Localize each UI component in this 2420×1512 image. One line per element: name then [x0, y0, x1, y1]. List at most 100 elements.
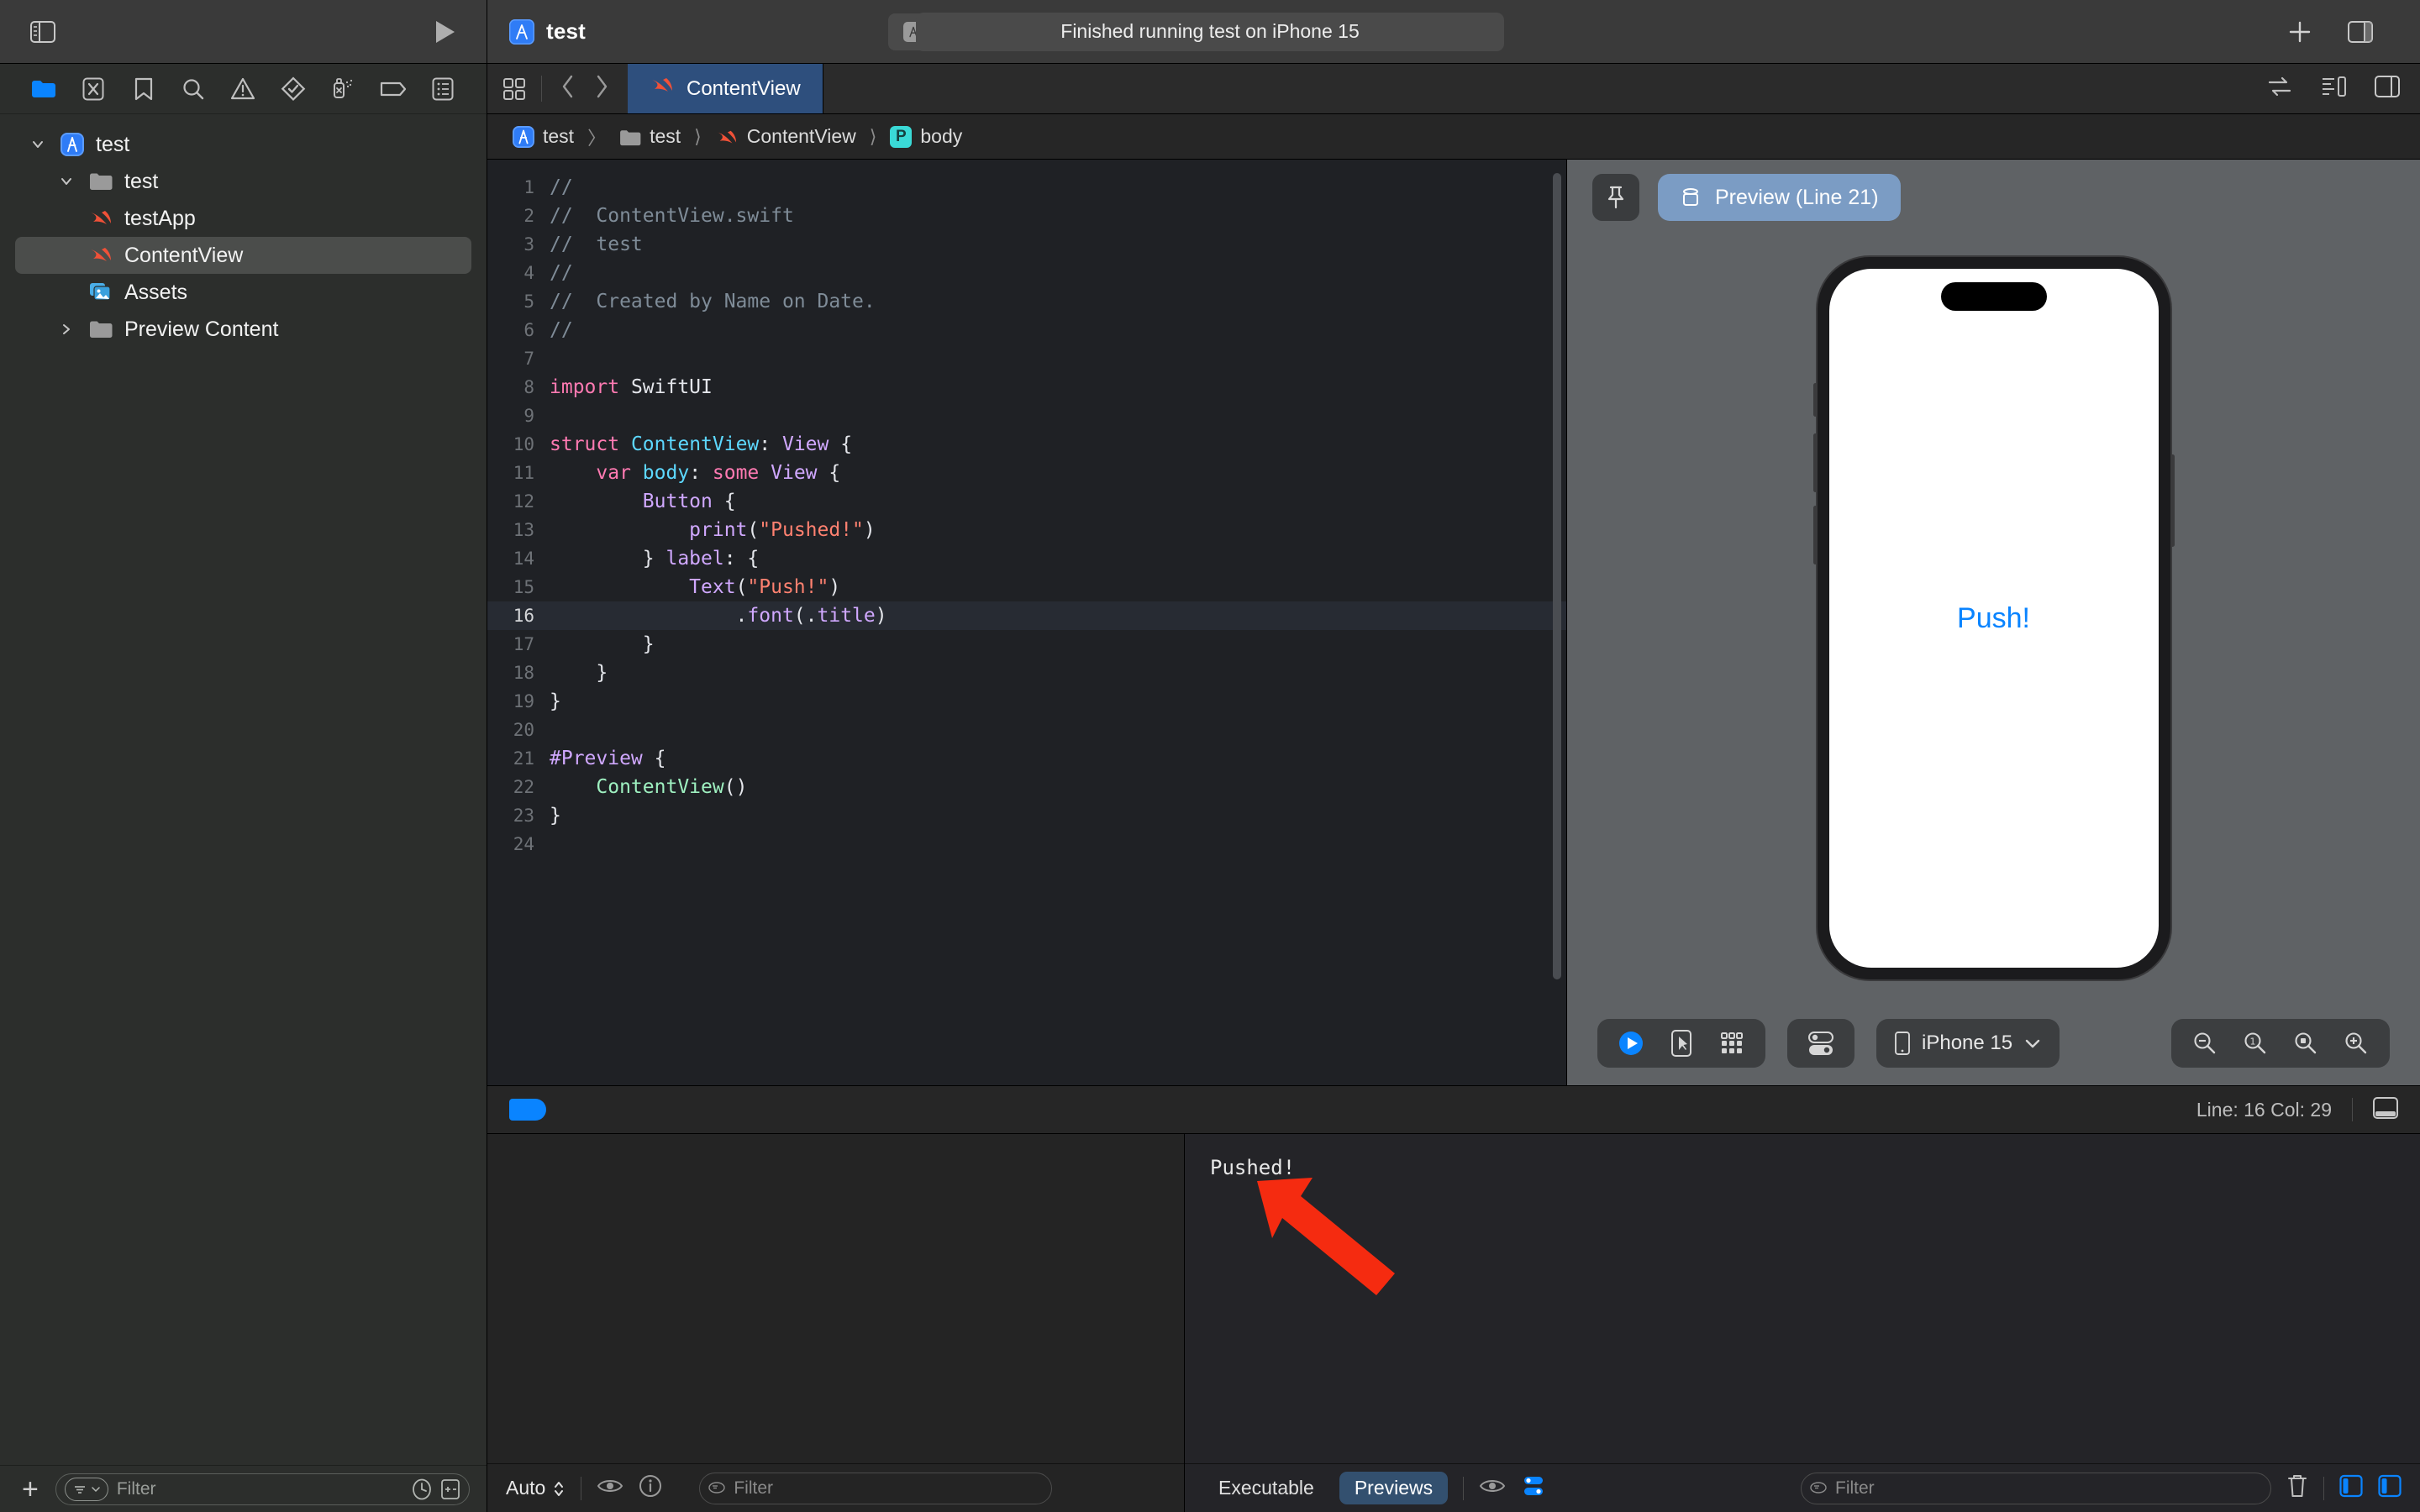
forward-button[interactable]: [594, 74, 609, 103]
console-split-toggle-button[interactable]: [1521, 1473, 1546, 1503]
debug-area-toggle-button[interactable]: [2373, 1096, 2398, 1123]
selectable-mode-button[interactable]: [1660, 1024, 1703, 1063]
zoom-to-fit-button[interactable]: [2284, 1024, 2328, 1063]
canvas-toggle-icon[interactable]: [2375, 76, 2400, 102]
zoom-in-button[interactable]: [2334, 1024, 2378, 1063]
source-control-navigator-tab[interactable]: [79, 75, 108, 103]
breakpoint-navigator-tab[interactable]: [379, 75, 408, 103]
variables-list[interactable]: [487, 1134, 1184, 1463]
chevron-right-icon[interactable]: [55, 322, 77, 337]
editor-vertical-scrollbar[interactable]: [1553, 173, 1561, 979]
tree-row-project[interactable]: test: [15, 126, 471, 163]
filter-options-icon[interactable]: [64, 1477, 108, 1501]
line-number: 1: [523, 177, 534, 197]
code-line[interactable]: 16 .font(.title): [487, 601, 1566, 630]
code-line[interactable]: 22 ContentView(): [487, 773, 1566, 801]
code-line[interactable]: 2 // ContentView.swift: [487, 202, 1566, 230]
back-button[interactable]: [560, 74, 576, 103]
console-filter-input[interactable]: Filter: [1801, 1472, 2271, 1504]
code-line[interactable]: 13 print("Pushed!"): [487, 516, 1566, 544]
recent-icon[interactable]: [412, 1478, 432, 1500]
source-code-editor[interactable]: 1 // 2 // ContentView.swift 3 // test 4 // 5 // C…: [487, 160, 1566, 1085]
code-line[interactable]: 17 }: [487, 630, 1566, 659]
navigator-filter-input[interactable]: Filter: [55, 1473, 470, 1505]
code-line[interactable]: 3 // test: [487, 230, 1566, 259]
breadcrumb-item-project[interactable]: test: [543, 125, 574, 148]
zoom-out-button[interactable]: [2183, 1024, 2227, 1063]
bookmark-navigator-tab[interactable]: [129, 75, 158, 103]
console-view-options-button[interactable]: [1479, 1476, 1506, 1500]
variables-filter-input[interactable]: Filter: [699, 1472, 1053, 1504]
tree-row-PreviewContent[interactable]: Preview Content: [15, 311, 471, 348]
code-line[interactable]: 11 var body: some View {: [487, 459, 1566, 487]
report-navigator-tab[interactable]: [429, 75, 457, 103]
code-line[interactable]: 12 Button {: [487, 487, 1566, 516]
add-file-button[interactable]: +: [17, 1475, 44, 1504]
variables-view-options-button[interactable]: [597, 1476, 623, 1500]
toggle-console-pane-button[interactable]: [2378, 1474, 2402, 1502]
code-line[interactable]: 14 } label: {: [487, 544, 1566, 573]
console-output[interactable]: Pushed!: [1185, 1134, 2420, 1463]
variables-scope-selector[interactable]: Auto: [506, 1477, 566, 1499]
tree-row-testApp[interactable]: testApp: [15, 200, 471, 237]
toggle-variables-pane-button[interactable]: [2339, 1474, 2363, 1502]
breadcrumb-item-group[interactable]: test: [650, 125, 681, 148]
breadcrumb-item-symbol[interactable]: body: [920, 125, 962, 148]
code-line[interactable]: 21 #Preview {: [487, 744, 1566, 773]
activity-status-bar[interactable]: Finished running test on iPhone 15: [916, 12, 1504, 51]
code-line[interactable]: 24: [487, 830, 1566, 858]
inspector-toggle-button[interactable]: [2348, 20, 2373, 43]
sidebar-toggle-button[interactable]: [30, 20, 55, 43]
code-line[interactable]: 8 import SwiftUI: [487, 373, 1566, 402]
code-line[interactable]: 15 Text("Push!"): [487, 573, 1566, 601]
breadcrumb-item-file[interactable]: ContentView: [747, 125, 856, 148]
property-badge-icon: P: [890, 125, 913, 148]
zoom-actual-size-button[interactable]: 1: [2233, 1024, 2277, 1063]
source-control-filter-icon[interactable]: [440, 1478, 460, 1500]
pin-preview-button[interactable]: [1592, 174, 1639, 221]
code-line[interactable]: 1 //: [487, 173, 1566, 202]
jump-bar-indicator[interactable]: [509, 1099, 546, 1121]
clear-console-button[interactable]: [2286, 1473, 2308, 1503]
test-navigator-tab[interactable]: [279, 75, 308, 103]
variants-button[interactable]: [1710, 1024, 1754, 1063]
chevron-down-icon[interactable]: [55, 174, 77, 189]
add-editor-button[interactable]: [2287, 19, 2312, 45]
chevron-down-icon[interactable]: [27, 137, 49, 152]
filter-options-icon[interactable]: [708, 1478, 726, 1499]
issue-navigator-tab[interactable]: [229, 75, 257, 103]
code-line[interactable]: 9: [487, 402, 1566, 430]
live-preview-button[interactable]: [1609, 1024, 1653, 1063]
variables-info-button[interactable]: [639, 1474, 662, 1502]
code-line[interactable]: 19}: [487, 687, 1566, 716]
device-settings-button[interactable]: [1799, 1024, 1843, 1063]
segment-previews[interactable]: Previews: [1339, 1472, 1449, 1504]
preview-canvas[interactable]: Push!: [1567, 235, 2420, 1001]
code-line[interactable]: 6 //: [487, 316, 1566, 344]
tree-row-ContentView[interactable]: ContentView: [15, 237, 471, 274]
tree-row-Assets[interactable]: Assets: [15, 274, 471, 311]
preview-device-selector[interactable]: iPhone 15: [1876, 1019, 2060, 1068]
segment-executable[interactable]: Executable: [1203, 1472, 1329, 1504]
related-items-button[interactable]: [487, 64, 541, 113]
editor-tab-ContentView[interactable]: ContentView: [628, 64, 823, 113]
code-line[interactable]: 20: [487, 716, 1566, 744]
debug-navigator-tab[interactable]: [329, 75, 357, 103]
code-line[interactable]: 5 // Created by Name on Date.: [487, 287, 1566, 316]
code-text: //: [550, 262, 573, 284]
preview-push-button-label[interactable]: Push!: [1957, 602, 2030, 635]
preview-selector-chip[interactable]: Preview (Line 21): [1658, 174, 1901, 221]
run-button[interactable]: [434, 19, 456, 45]
code-line[interactable]: 18 }: [487, 659, 1566, 687]
code-line[interactable]: 7: [487, 344, 1566, 373]
code-line[interactable]: 10 struct ContentView: View {: [487, 430, 1566, 459]
find-navigator-tab[interactable]: [179, 75, 208, 103]
code-review-icon[interactable]: [2267, 76, 2292, 102]
filter-options-icon[interactable]: [1810, 1478, 1827, 1499]
code-line[interactable]: 4 //: [487, 259, 1566, 287]
line-number: 10: [513, 434, 534, 454]
project-navigator-tab[interactable]: [29, 75, 58, 103]
minimap-icon[interactable]: [2321, 76, 2346, 102]
code-line[interactable]: 23}: [487, 801, 1566, 830]
tree-row-group[interactable]: test: [15, 163, 471, 200]
